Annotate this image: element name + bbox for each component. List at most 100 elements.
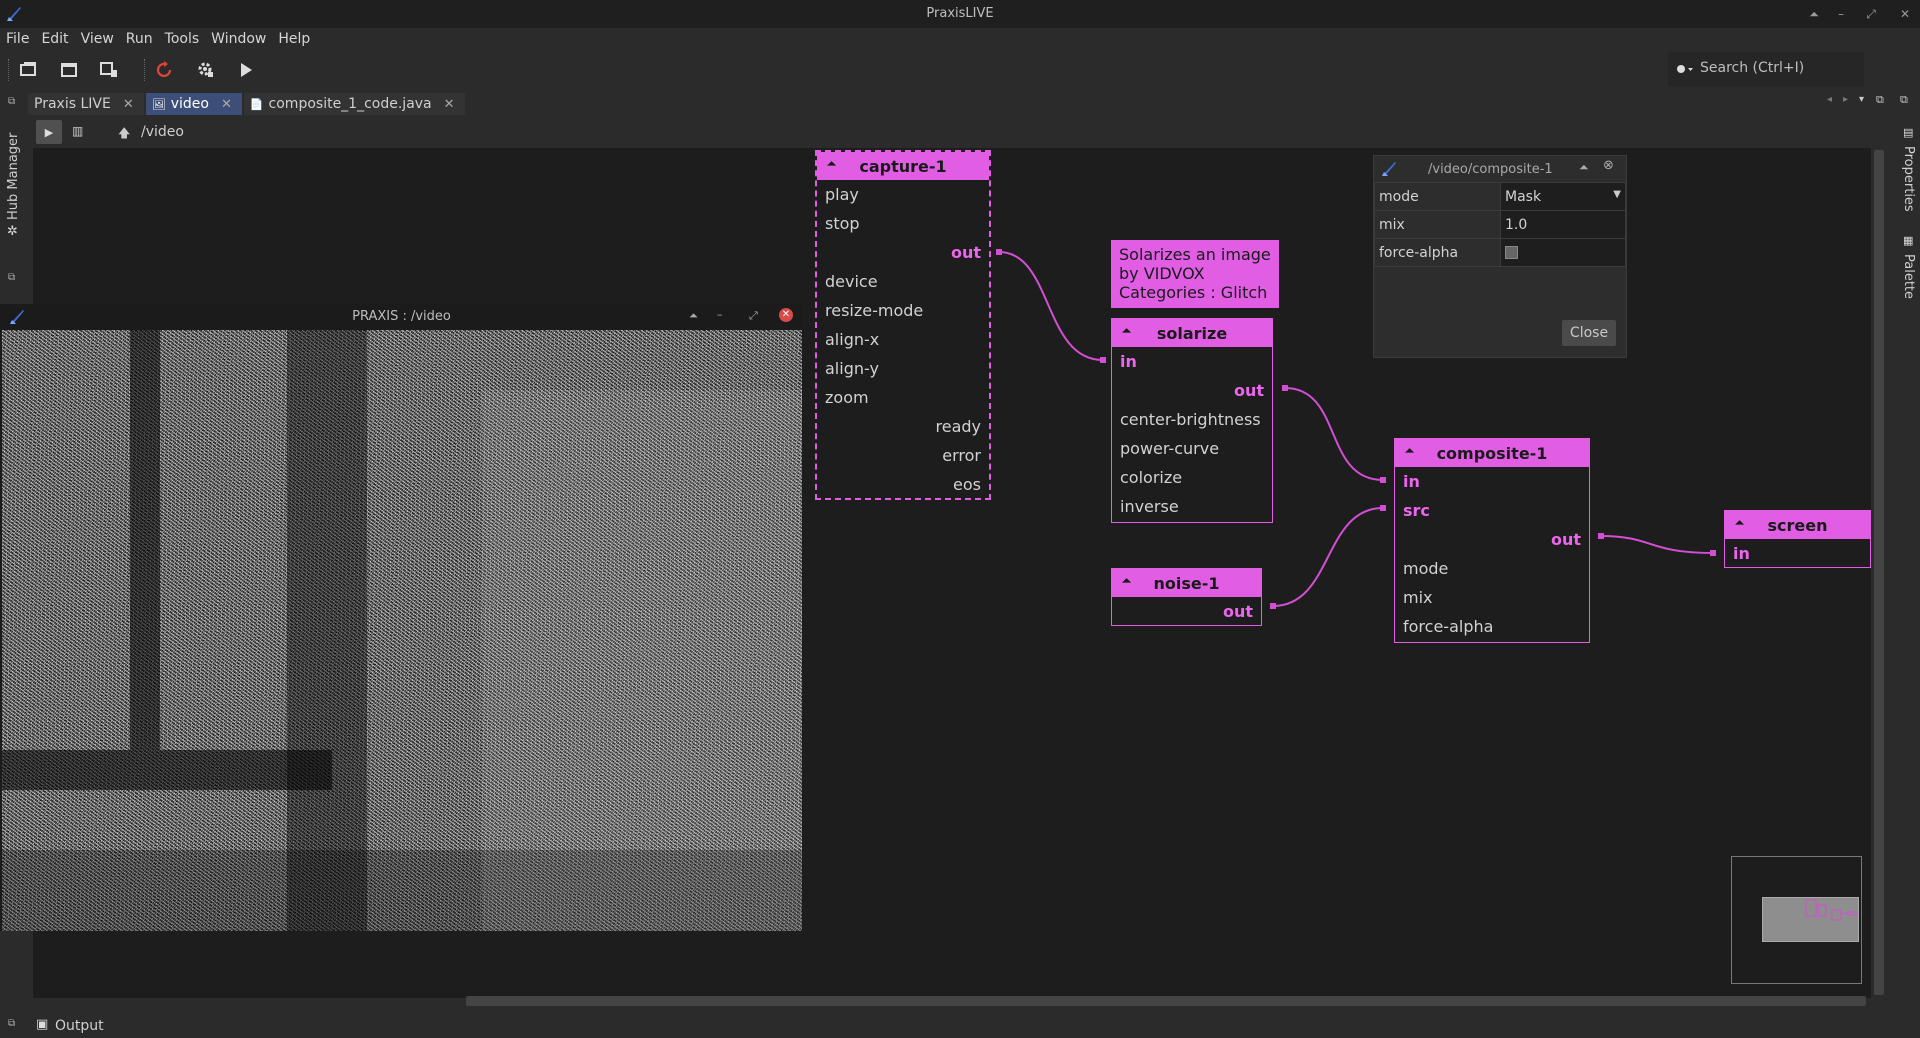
- hub-manager-tab[interactable]: Hub Manager: [6, 133, 21, 220]
- port-resize-mode[interactable]: resize-mode: [817, 296, 989, 325]
- collapse-icon[interactable]: ⏶: [827, 157, 836, 171]
- open-project-icon[interactable]: [56, 58, 82, 82]
- port-out[interactable]: out: [817, 238, 989, 267]
- tab-close-icon[interactable]: ✕: [123, 97, 134, 112]
- tab-close-icon[interactable]: ✕: [221, 97, 232, 112]
- video-shade-icon[interactable]: ⏶: [689, 309, 698, 323]
- port-out[interactable]: out: [1112, 376, 1272, 405]
- tab-scroll-left-icon[interactable]: ◂: [1827, 94, 1832, 105]
- menu-window[interactable]: Window: [205, 28, 272, 50]
- collapse-icon[interactable]: ⏶: [1122, 324, 1131, 338]
- collapse-icon[interactable]: ⏶: [1122, 574, 1131, 588]
- output-window-icon: ▣: [36, 1017, 49, 1032]
- video-close-icon[interactable]: ✕: [779, 308, 793, 322]
- node-solarize[interactable]: ⏶ solarize in out center-brightness powe…: [1111, 318, 1273, 523]
- go-up-icon[interactable]: 🡅: [118, 124, 130, 145]
- node-header[interactable]: ⏶ capture-1: [817, 152, 989, 180]
- port-align-x[interactable]: align-x: [817, 325, 989, 354]
- window-minimize-icon[interactable]: –: [1832, 5, 1850, 23]
- close-button[interactable]: Close: [1562, 320, 1616, 346]
- menu-file[interactable]: File: [0, 28, 35, 50]
- port-eos[interactable]: eos: [817, 470, 989, 499]
- video-minimize-icon[interactable]: –: [717, 308, 723, 321]
- port-stop[interactable]: stop: [817, 209, 989, 238]
- navigator-viewport[interactable]: [1762, 897, 1859, 942]
- port-mix[interactable]: mix: [1395, 583, 1589, 612]
- graph-navigator[interactable]: [1731, 856, 1862, 984]
- force-alpha-checkbox[interactable]: [1505, 246, 1518, 259]
- stop-icon[interactable]: ▥: [72, 124, 83, 138]
- node-noise-1[interactable]: ⏶ noise-1 out: [1111, 568, 1262, 626]
- mode-select[interactable]: Mask ▼: [1500, 182, 1626, 211]
- window-close-icon[interactable]: ✕: [1896, 5, 1914, 23]
- reset-icon[interactable]: [152, 58, 178, 82]
- tab-close-icon[interactable]: ✕: [444, 97, 455, 112]
- port-colorize[interactable]: colorize: [1112, 463, 1272, 492]
- output-tab[interactable]: Output: [55, 1018, 104, 1034]
- tab-composite-code[interactable]: 📄 composite_1_code.java ✕: [243, 93, 465, 115]
- port-out[interactable]: out: [1112, 597, 1261, 626]
- menu-tools[interactable]: Tools: [159, 28, 206, 50]
- port-force-alpha[interactable]: force-alpha: [1395, 612, 1589, 641]
- menu-edit[interactable]: Edit: [35, 28, 74, 50]
- tab-maximize-icon[interactable]: ⧉: [1876, 93, 1884, 107]
- run-icon[interactable]: [233, 58, 259, 82]
- node-header[interactable]: ⏶ noise-1: [1112, 569, 1261, 597]
- node-header[interactable]: ⏶ composite-1: [1395, 439, 1589, 467]
- java-file-icon: 📄: [249, 97, 264, 111]
- node-header[interactable]: ⏶ solarize: [1112, 319, 1272, 347]
- window-shade-icon[interactable]: ⏶: [1805, 5, 1823, 23]
- video-output-window[interactable]: PRAXIS : /video ⏶ – ⤢ ✕: [0, 304, 803, 931]
- port-mode[interactable]: mode: [1395, 554, 1589, 583]
- port-error[interactable]: error: [817, 441, 989, 470]
- port-play[interactable]: play: [817, 180, 989, 209]
- port-device[interactable]: device: [817, 267, 989, 296]
- wire-solarize-to-composite: [1284, 387, 1384, 481]
- port-align-y[interactable]: align-y: [817, 354, 989, 383]
- panel-close-icon[interactable]: ⊗: [1603, 158, 1614, 173]
- tab-label: Praxis LIVE: [34, 96, 111, 112]
- port-power-curve[interactable]: power-curve: [1112, 434, 1272, 463]
- video-maximize-icon[interactable]: ⤢: [749, 309, 758, 323]
- port-in[interactable]: in: [1112, 347, 1272, 376]
- rail-minimize-icon[interactable]: ⧉: [8, 96, 15, 107]
- menu-run[interactable]: Run: [120, 28, 159, 50]
- tab-list-dropdown-icon[interactable]: ▾: [1859, 94, 1864, 105]
- tab-float-icon[interactable]: ⧉: [1900, 93, 1908, 107]
- tooltip-line: by VIDVOX: [1119, 264, 1205, 283]
- new-project-icon[interactable]: [16, 58, 42, 82]
- menu-help[interactable]: Help: [272, 28, 316, 50]
- port-center-brightness[interactable]: center-brightness: [1112, 405, 1272, 434]
- collapse-icon[interactable]: ⏶: [1405, 444, 1414, 458]
- node-screen[interactable]: ⏶ screen in: [1724, 510, 1871, 568]
- tab-scroll-right-icon[interactable]: ▸: [1843, 94, 1848, 105]
- palette-tab[interactable]: Palette: [1901, 254, 1916, 299]
- output-restore-icon[interactable]: ⧉: [8, 1018, 15, 1029]
- project-properties-icon[interactable]: [96, 58, 122, 82]
- build-gear-icon[interactable]: [193, 58, 219, 82]
- mix-field[interactable]: 1.0: [1500, 210, 1626, 239]
- port-ready[interactable]: ready: [817, 412, 989, 441]
- node-header[interactable]: ⏶ screen: [1725, 511, 1870, 539]
- node-composite-1[interactable]: ⏶ composite-1 in src out mode mix force-…: [1394, 438, 1590, 643]
- vertical-scrollbar[interactable]: [1874, 150, 1884, 995]
- window-maximize-icon[interactable]: ⤢: [1862, 5, 1880, 23]
- collapse-icon[interactable]: ⏶: [1735, 516, 1744, 530]
- port-in[interactable]: in: [1395, 467, 1589, 496]
- panel-shade-icon[interactable]: ⏶: [1579, 160, 1589, 175]
- search-box[interactable]: Search (Ctrl+I): [1668, 52, 1864, 86]
- port-zoom[interactable]: zoom: [817, 383, 989, 412]
- horizontal-scrollbar[interactable]: [466, 996, 1866, 1006]
- tab-praxis-live[interactable]: Praxis LIVE ✕: [28, 93, 144, 115]
- rail-restore-icon[interactable]: ⧉: [8, 272, 15, 283]
- properties-tab[interactable]: Properties: [1901, 146, 1916, 212]
- video-window-header[interactable]: PRAXIS : /video ⏶ – ⤢ ✕: [0, 304, 803, 330]
- node-capture-1[interactable]: ⏶ capture-1 play stop out device resize-…: [815, 150, 991, 500]
- port-out[interactable]: out: [1395, 525, 1589, 554]
- menu-view[interactable]: View: [75, 28, 120, 50]
- tab-video[interactable]: 🖼 video ✕: [145, 93, 242, 115]
- play-toggle-button[interactable]: ▶: [36, 120, 62, 144]
- port-inverse[interactable]: inverse: [1112, 492, 1272, 521]
- port-src[interactable]: src: [1395, 496, 1589, 525]
- port-in[interactable]: in: [1725, 539, 1870, 568]
